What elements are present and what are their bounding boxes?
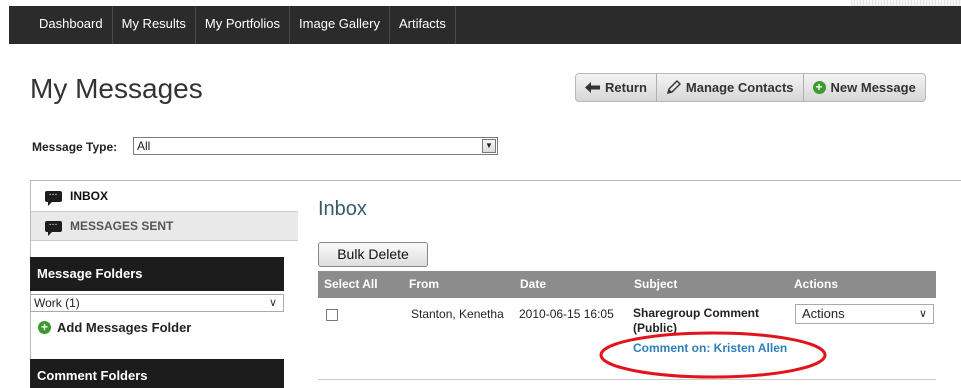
chevron-down-icon: ∨ bbox=[918, 308, 927, 320]
message-subject: Sharegroup Comment (Public) bbox=[633, 306, 760, 335]
message-folders-header: Message Folders bbox=[30, 257, 284, 291]
message-folder-select[interactable]: Work (1) ∨ bbox=[30, 294, 284, 312]
new-message-label: New Message bbox=[830, 80, 916, 95]
table-header: Select All From Date Subject Actions bbox=[318, 271, 936, 298]
message-type-label: Message Type: bbox=[32, 140, 118, 154]
message-bubble-icon: ... bbox=[45, 190, 62, 206]
dropdown-arrow-icon[interactable]: ▼ bbox=[482, 139, 496, 153]
inbox-tab-label: INBOX bbox=[70, 189, 109, 203]
add-folder-label: Add Messages Folder bbox=[57, 320, 192, 335]
comment-folders-header: Comment Folders bbox=[30, 359, 284, 388]
nav-image-gallery[interactable]: Image Gallery bbox=[290, 6, 390, 44]
column-date: Date bbox=[520, 277, 547, 291]
manage-contacts-label: Manage Contacts bbox=[685, 80, 794, 95]
toolbar: Return Manage Contacts + New Message bbox=[575, 73, 926, 102]
message-date: 2010-06-15 16:05 bbox=[519, 307, 614, 321]
new-message-button[interactable]: + New Message bbox=[804, 74, 925, 101]
add-messages-folder-link[interactable]: + Add Messages Folder bbox=[38, 320, 191, 335]
folder-select-value: Work (1) bbox=[34, 296, 80, 310]
manage-contacts-button[interactable]: Manage Contacts bbox=[657, 74, 804, 101]
nav-artifacts[interactable]: Artifacts bbox=[390, 6, 456, 44]
return-button[interactable]: Return bbox=[576, 74, 657, 101]
message-type-value: All bbox=[137, 139, 151, 153]
message-comment-link[interactable]: Comment on: Kristen Allen bbox=[633, 341, 793, 356]
inbox-title: Inbox bbox=[318, 198, 367, 220]
pencil-icon bbox=[666, 80, 681, 94]
column-from: From bbox=[409, 277, 439, 291]
chevron-down-icon: ∨ bbox=[268, 297, 277, 309]
plus-circle-icon: + bbox=[812, 81, 826, 94]
back-arrow-icon bbox=[585, 82, 600, 93]
message-bubble-icon: ... bbox=[45, 220, 62, 236]
messages-sent-tab-label: MESSAGES SENT bbox=[70, 219, 174, 233]
nav-my-portfolios[interactable]: My Portfolios bbox=[196, 6, 291, 44]
sidebar-tab-inbox[interactable]: ... INBOX bbox=[31, 181, 298, 211]
message-from: Stanton, Kenetha bbox=[411, 307, 504, 321]
row-divider bbox=[318, 379, 936, 380]
plus-circle-icon: + bbox=[38, 321, 51, 334]
main-nav: Dashboard My Results My Portfolios Image… bbox=[9, 6, 456, 44]
message-type-select[interactable]: All ▼ bbox=[133, 137, 498, 155]
nav-dashboard[interactable]: Dashboard bbox=[9, 6, 113, 44]
row-select-checkbox[interactable] bbox=[326, 309, 338, 321]
column-subject: Subject bbox=[634, 277, 678, 291]
nav-my-results[interactable]: My Results bbox=[113, 6, 196, 44]
row-actions-value: Actions bbox=[802, 306, 845, 321]
bulk-delete-button[interactable]: Bulk Delete bbox=[318, 242, 428, 267]
column-actions: Actions bbox=[794, 277, 839, 291]
page-title: My Messages bbox=[30, 73, 203, 104]
sidebar-tab-messages-sent[interactable]: ... MESSAGES SENT bbox=[31, 211, 298, 241]
row-actions-select[interactable]: Actions ∨ bbox=[795, 304, 934, 324]
return-label: Return bbox=[605, 80, 647, 95]
column-select-all[interactable]: Select All bbox=[324, 271, 378, 298]
